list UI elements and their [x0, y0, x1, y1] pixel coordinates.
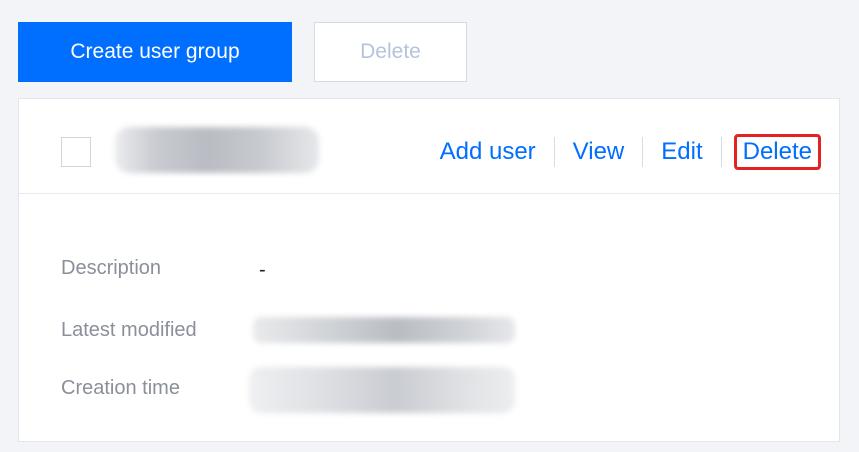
card-header: Add user View Edit Delete	[19, 99, 839, 194]
creation-time-value-redacted	[249, 367, 515, 413]
divider	[720, 137, 722, 167]
row-actions: Add user View Edit Delete	[440, 131, 821, 173]
group-name-redacted	[115, 127, 319, 173]
creation-time-label: Creation time	[61, 377, 180, 399]
user-group-card: Add user View Edit Delete Description - …	[18, 98, 840, 442]
latest-modified-value-redacted	[253, 317, 515, 343]
edit-link[interactable]: Edit	[661, 140, 702, 164]
delete-selected-button[interactable]: Delete	[314, 22, 467, 82]
description-value: -	[259, 259, 266, 281]
view-link[interactable]: View	[573, 140, 625, 164]
divider	[553, 137, 555, 167]
create-user-group-button[interactable]: Create user group	[18, 22, 292, 82]
divider	[642, 137, 644, 167]
delete-link[interactable]: Delete	[733, 134, 821, 170]
add-user-link[interactable]: Add user	[440, 140, 536, 164]
latest-modified-label: Latest modified	[61, 319, 197, 341]
description-label: Description	[61, 257, 162, 279]
toolbar: Create user group Delete	[18, 22, 467, 82]
select-checkbox[interactable]	[61, 137, 91, 167]
